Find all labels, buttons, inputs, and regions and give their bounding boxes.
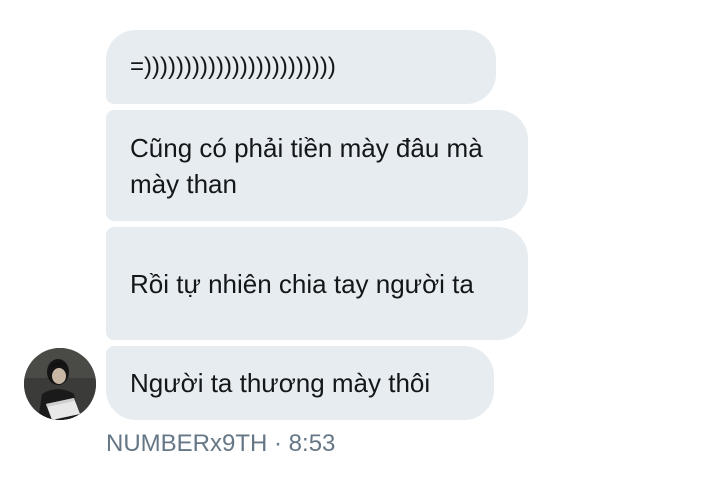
sender-name[interactable]: NUMBERx9TH: [106, 430, 267, 457]
message-meta: NUMBERx9TH · 8:53: [106, 428, 335, 460]
message-text: Cũng có phải tiền mày đâu mà mày than: [130, 132, 483, 199]
message-text: Rồi tự nhiên chia tay người ta: [130, 268, 474, 299]
message-text: =)))))))))))))))))))))))): [130, 53, 336, 80]
message-bubble[interactable]: Cũng có phải tiền mày đâu mà mày than: [106, 110, 528, 221]
avatar-photo-icon: [24, 348, 96, 420]
message-bubble[interactable]: Người ta thương mày thôi: [106, 346, 494, 420]
message-bubble[interactable]: Rồi tự nhiên chia tay người ta: [106, 227, 528, 340]
avatar[interactable]: [24, 348, 96, 420]
message-bubble[interactable]: =)))))))))))))))))))))))): [106, 30, 496, 104]
meta-separator: ·: [267, 430, 289, 457]
message-time: 8:53: [288, 430, 336, 457]
message-text: Người ta thương mày thôi: [130, 368, 431, 398]
